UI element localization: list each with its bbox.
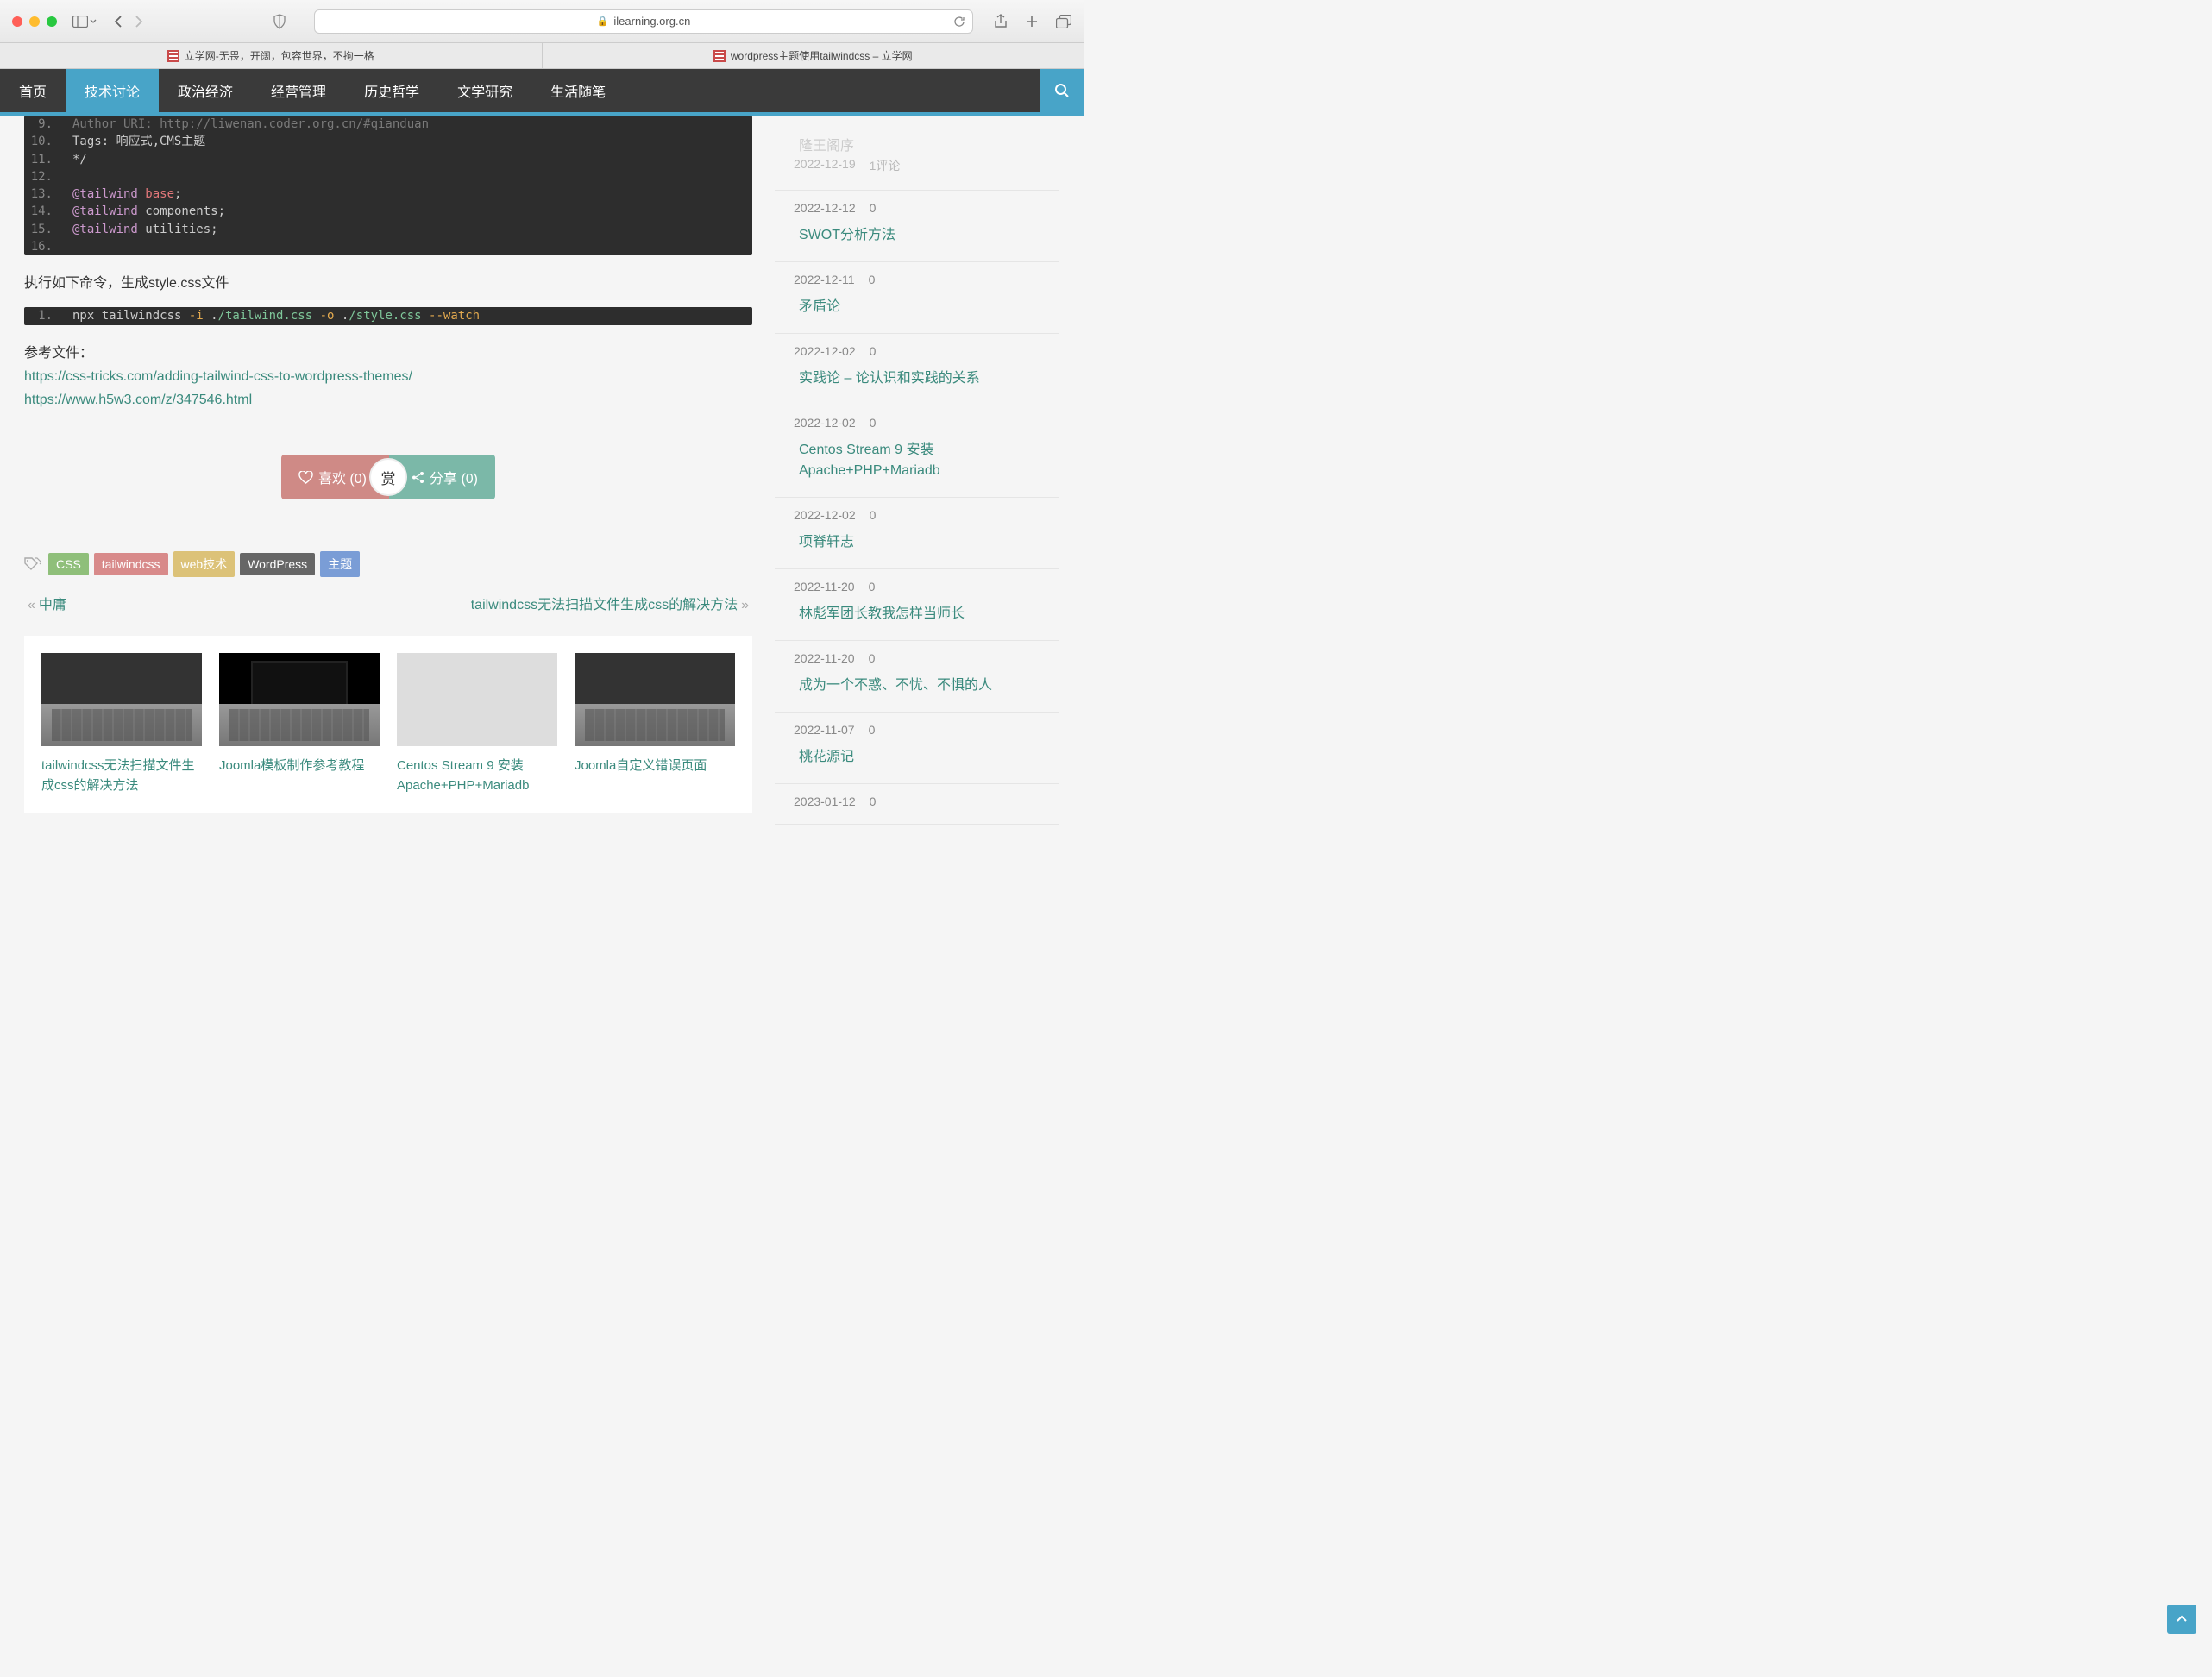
code-block: 1.npx tailwindcss -i ./tailwind.css -o .… <box>24 307 752 324</box>
sidebar-post[interactable]: 2022-11-200成为一个不惑、不忧、不惧的人 <box>775 641 1059 713</box>
favicon-icon <box>713 50 726 62</box>
tag-link[interactable]: WordPress <box>240 553 315 575</box>
sidebar: 隆王阁序2022-12-191评论2022-12-120SWOT分析方法2022… <box>775 116 1059 825</box>
sidebar-toggle-icon[interactable] <box>72 16 97 28</box>
browser-tab[interactable]: wordpress主题使用tailwindcss – 立学网 <box>543 43 1084 68</box>
sidebar-post-meta: 2023-01-120 <box>775 795 1059 808</box>
related-post[interactable]: tailwindcss无法扫描文件生成css的解决方法 <box>41 653 202 795</box>
sidebar-post-title: 项脊轩志 <box>775 522 1059 553</box>
sidebar-post[interactable]: 2022-12-020Centos Stream 9 安装Apache+PHP+… <box>775 405 1059 498</box>
related-title: tailwindcss无法扫描文件生成css的解决方法 <box>41 757 202 795</box>
reference-link[interactable]: https://www.h5w3.com/z/347546.html <box>24 388 752 411</box>
share-icon[interactable] <box>994 14 1008 29</box>
scroll-to-top-button[interactable] <box>2167 1605 2196 1634</box>
related-posts: tailwindcss无法扫描文件生成css的解决方法 Joomla模板制作参考教… <box>24 636 752 813</box>
main-content: 9.Author URI: http://liwenan.coder.org.c… <box>24 116 752 825</box>
next-post-link[interactable]: tailwindcss无法扫描文件生成css的解决方法» <box>471 593 752 613</box>
sidebar-post-meta: 2022-12-020 <box>775 344 1059 358</box>
close-window-icon[interactable] <box>12 16 22 27</box>
main-nav: 首页技术讨论政治经济经营管理历史哲学文学研究生活随笔 <box>0 69 1084 112</box>
reward-button[interactable]: 赏 <box>369 458 407 496</box>
sidebar-post-title: 桃花源记 <box>775 737 1059 768</box>
address-bar[interactable]: 🔒 ilearning.org.cn <box>314 9 973 34</box>
sidebar-post[interactable]: 2022-11-070桃花源记 <box>775 713 1059 784</box>
sidebar-post-title: 林彪军团长教我怎样当师长 <box>775 594 1059 625</box>
sidebar-post-title: SWOT分析方法 <box>775 215 1059 246</box>
sidebar-post[interactable]: 隆王阁序2022-12-191评论 <box>775 116 1059 191</box>
nav-item[interactable]: 历史哲学 <box>345 69 438 112</box>
reference-link[interactable]: https://css-tricks.com/adding-tailwind-c… <box>24 365 752 388</box>
browser-tab[interactable]: 立学网-无畏，开阔，包容世界，不拘一格 <box>0 43 543 68</box>
sidebar-post-meta: 2022-11-200 <box>775 651 1059 665</box>
sidebar-post[interactable]: 2022-12-020实践论 – 论认识和实践的关系 <box>775 334 1059 405</box>
nav-item[interactable]: 首页 <box>0 69 66 112</box>
paragraph: 参考文件： <box>24 341 752 361</box>
tag-link[interactable]: web技术 <box>173 551 236 577</box>
related-post[interactable]: Centos Stream 9 安装Apache+PHP+Mariadb <box>397 653 557 795</box>
related-thumbnail <box>397 653 557 746</box>
browser-toolbar: 🔒 ilearning.org.cn <box>0 0 1084 43</box>
nav-item[interactable]: 生活随笔 <box>531 69 625 112</box>
nav-item[interactable]: 文学研究 <box>438 69 531 112</box>
nav-item[interactable]: 政治经济 <box>159 69 252 112</box>
sidebar-post-meta: 2022-12-020 <box>775 508 1059 522</box>
sidebar-post-title: Centos Stream 9 安装Apache+PHP+Mariadb <box>775 430 1059 481</box>
chevron-left-icon: « <box>28 598 35 612</box>
related-thumbnail <box>219 653 380 746</box>
sidebar-post[interactable]: 2022-12-020项脊轩志 <box>775 498 1059 569</box>
lock-icon: 🔒 <box>597 16 609 27</box>
related-title: Centos Stream 9 安装Apache+PHP+Mariadb <box>397 757 557 795</box>
action-buttons: 喜欢 (0) 分享 (0) 赏 <box>24 455 752 499</box>
search-button[interactable] <box>1040 69 1084 112</box>
related-thumbnail <box>41 653 202 746</box>
tag-link[interactable]: CSS <box>48 553 89 575</box>
tag-link[interactable]: 主题 <box>320 551 360 577</box>
sidebar-post[interactable]: 2023-01-120 <box>775 784 1059 825</box>
sidebar-post[interactable]: 2022-12-120SWOT分析方法 <box>775 191 1059 262</box>
sidebar-post-title: 矛盾论 <box>775 286 1059 317</box>
related-title: Joomla自定义错误页面 <box>575 757 735 776</box>
sidebar-post[interactable]: 2022-12-110矛盾论 <box>775 262 1059 334</box>
sidebar-post[interactable]: 2022-11-200林彪军团长教我怎样当师长 <box>775 569 1059 641</box>
sidebar-post-meta: 2022-11-070 <box>775 723 1059 737</box>
nav-item[interactable]: 经营管理 <box>252 69 345 112</box>
favicon-icon <box>167 50 179 62</box>
url-text: ilearning.org.cn <box>613 15 690 28</box>
share-post-icon <box>412 471 424 484</box>
sidebar-post-meta: 2022-12-020 <box>775 416 1059 430</box>
sidebar-post-meta: 2022-12-120 <box>775 201 1059 215</box>
heart-icon <box>298 471 313 484</box>
sidebar-post-title: 成为一个不惑、不忧、不惧的人 <box>775 665 1059 696</box>
related-thumbnail <box>575 653 735 746</box>
sidebar-post-title: 实践论 – 论认识和实践的关系 <box>775 358 1059 389</box>
related-title: Joomla模板制作参考教程 <box>219 757 380 776</box>
privacy-shield-icon[interactable] <box>273 14 286 29</box>
prev-post-link[interactable]: «中庸 <box>24 593 66 613</box>
sidebar-post-meta: 2022-12-191评论 <box>775 157 1059 174</box>
sidebar-post-meta: 2022-12-110 <box>775 273 1059 286</box>
related-post[interactable]: Joomla模板制作参考教程 <box>219 653 380 795</box>
new-tab-icon[interactable] <box>1025 14 1039 29</box>
back-icon[interactable] <box>114 15 123 28</box>
paragraph: 执行如下命令，生成style.css文件 <box>24 271 752 292</box>
sidebar-post-meta: 2022-11-200 <box>775 580 1059 594</box>
maximize-window-icon[interactable] <box>47 16 57 27</box>
related-post[interactable]: Joomla自定义错误页面 <box>575 653 735 795</box>
code-block: 9.Author URI: http://liwenan.coder.org.c… <box>24 116 752 255</box>
tags-row: CSStailwindcssweb技术WordPress主题 <box>24 551 752 577</box>
tabs-overview-icon[interactable] <box>1056 14 1071 29</box>
browser-tabs: 立学网-无畏，开阔，包容世界，不拘一格 wordpress主题使用tailwin… <box>0 43 1084 69</box>
window-controls <box>12 16 57 27</box>
nav-item[interactable]: 技术讨论 <box>66 69 159 112</box>
minimize-window-icon[interactable] <box>29 16 40 27</box>
chevron-right-icon: » <box>741 598 749 612</box>
post-navigation: «中庸 tailwindcss无法扫描文件生成css的解决方法» <box>24 593 752 613</box>
tag-link[interactable]: tailwindcss <box>94 553 168 575</box>
forward-icon[interactable] <box>135 15 143 28</box>
tags-icon <box>24 557 41 571</box>
reload-icon[interactable] <box>953 16 965 28</box>
